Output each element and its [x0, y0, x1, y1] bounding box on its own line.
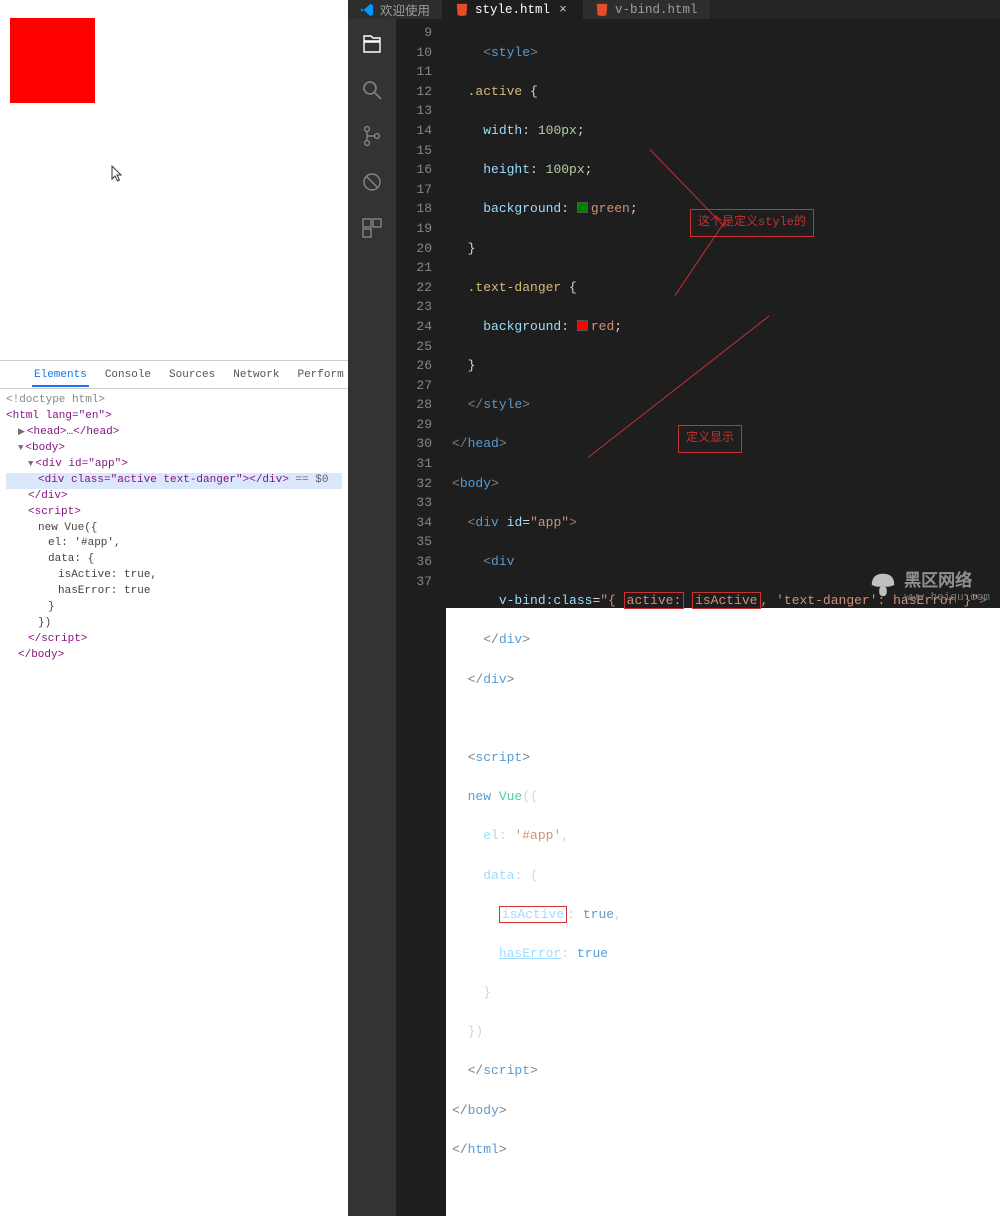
dt-line: </div> — [6, 489, 342, 505]
devtools-tabs: Elements Console Sources Network Perform — [0, 361, 348, 389]
devtools-tab-network[interactable]: Network — [231, 369, 281, 381]
dt-line: data: { — [6, 552, 342, 568]
devtools-tab-console[interactable]: Console — [103, 369, 153, 381]
watermark-url: www.heiqu.com — [904, 592, 990, 604]
dt-line: ▶<head>…</head> — [6, 425, 342, 441]
tab-welcome[interactable]: 欢迎使用 — [348, 0, 443, 19]
highlight-active-key: active: — [624, 592, 685, 609]
dt-line: new Vue({ — [6, 521, 342, 537]
line-number: 9 — [396, 23, 432, 43]
dt-line: hasError: true — [6, 584, 342, 600]
devtools-panel: Elements Console Sources Network Perform… — [0, 360, 348, 668]
tab-style-html[interactable]: style.html × — [443, 0, 583, 19]
highlight-isactive-def: isActive — [499, 906, 567, 923]
code-area[interactable]: <style> .active { width: 100px; height: … — [446, 19, 1000, 1216]
browser-viewport — [0, 0, 348, 360]
dt-line: <!doctype html> — [6, 393, 342, 409]
html-file-icon — [595, 3, 609, 17]
dt-line: isActive: true, — [6, 568, 342, 584]
html-file-icon — [455, 3, 469, 17]
close-icon[interactable]: × — [556, 3, 570, 17]
dt-line: el: '#app', — [6, 536, 342, 552]
activity-bar — [348, 19, 396, 1216]
browser-panel: Elements Console Sources Network Perform… — [0, 0, 348, 608]
dt-line: <html lang="en"> — [6, 409, 342, 425]
code-editor[interactable]: 9101112131415161718192021222324252627282… — [396, 19, 1000, 1216]
color-swatch-red — [577, 320, 588, 331]
elements-tree[interactable]: <!doctype html> <html lang="en"> ▶<head>… — [0, 389, 348, 668]
dt-highlighted-element[interactable]: <div class="active text-danger"></div> =… — [6, 473, 342, 489]
tab-label: style.html — [475, 3, 550, 17]
highlight-isactive: isActive — [692, 592, 760, 609]
editor-main: 9101112131415161718192021222324252627282… — [348, 19, 1000, 1216]
vscode-logo-icon — [360, 3, 374, 17]
dt-line: </body> — [6, 648, 342, 664]
extensions-icon[interactable] — [359, 215, 385, 241]
tab-label: 欢迎使用 — [380, 0, 430, 19]
dt-line: }) — [6, 616, 342, 632]
dt-line: ▼<div id="app"> — [6, 457, 342, 473]
tab-label: v-bind.html — [615, 3, 698, 17]
rendered-red-box — [10, 18, 95, 103]
source-control-icon[interactable] — [359, 123, 385, 149]
devtools-tab-sources[interactable]: Sources — [167, 369, 217, 381]
dt-line: } — [6, 600, 342, 616]
dt-line: ▼<body> — [6, 441, 342, 457]
devtools-tab-elements[interactable]: Elements — [32, 369, 89, 387]
dt-line: </script> — [6, 632, 342, 648]
color-swatch-green — [577, 202, 588, 213]
watermark-title: 黑区网络 — [904, 573, 972, 592]
explorer-icon[interactable] — [359, 31, 385, 57]
watermark: 黑区网络 www.heiqu.com — [868, 566, 990, 604]
debug-icon[interactable] — [359, 169, 385, 195]
devtools-tab-performance[interactable]: Perform — [295, 369, 345, 381]
mushroom-icon — [868, 570, 898, 600]
dt-line: <script> — [6, 505, 342, 521]
search-icon[interactable] — [359, 77, 385, 103]
cursor-icon — [111, 165, 125, 188]
line-numbers: 9101112131415161718192021222324252627282… — [396, 19, 446, 1216]
tab-vbind-html[interactable]: v-bind.html — [583, 0, 711, 19]
vscode-window: 欢迎使用 style.html × v-bind.html 9101112131… — [348, 0, 1000, 608]
editor-tabs: 欢迎使用 style.html × v-bind.html — [348, 0, 1000, 19]
